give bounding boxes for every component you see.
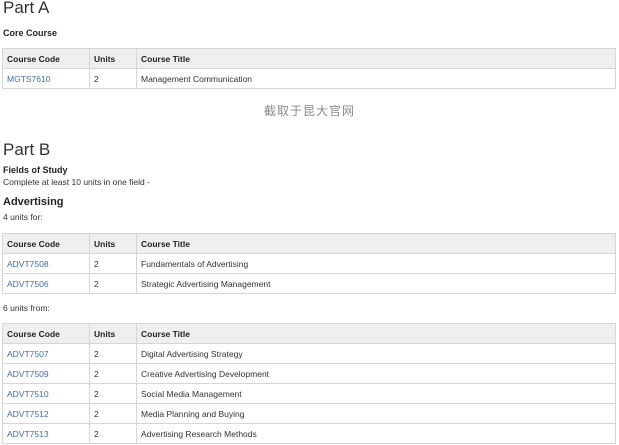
course-code-cell: ADVT7507 [2, 343, 90, 364]
units-cell: 2 [89, 343, 137, 364]
table-row: ADVT7506 2 Strategic Advertising Managem… [2, 273, 616, 294]
units-cell: 2 [89, 403, 137, 424]
table-row: ADVT7507 2 Digital Advertising Strategy [2, 343, 616, 364]
group2-note: 6 units from: [3, 303, 50, 313]
column-header-course-code: Course Code [2, 323, 90, 344]
course-title-cell: Strategic Advertising Management [136, 273, 616, 294]
table-row: ADVT7513 2 Advertising Research Methods [2, 423, 616, 444]
units-cell: 2 [89, 273, 137, 294]
course-link-advt7513[interactable]: ADVT7513 [7, 429, 49, 439]
units-cell: 2 [89, 383, 137, 404]
units-cell: 2 [89, 253, 137, 274]
column-header-course-title: Course Title [136, 233, 616, 254]
table-row: MGTS7610 2 Management Communication [2, 68, 616, 89]
course-code-cell: ADVT7513 [2, 423, 90, 444]
table-header-row: Course Code Units Course Title [2, 323, 616, 344]
course-link-advt7507[interactable]: ADVT7507 [7, 349, 49, 359]
course-requirements-page: Part A Core Course Course Code Units Cou… [0, 0, 619, 445]
course-link-advt7509[interactable]: ADVT7509 [7, 369, 49, 379]
watermark-text: 截取于昆大官网 [263, 104, 355, 118]
core-course-label: Core Course [3, 28, 58, 38]
column-header-course-title: Course Title [136, 48, 616, 69]
course-link-advt7510[interactable]: ADVT7510 [7, 389, 49, 399]
field-title-advertising: Advertising [3, 196, 64, 208]
group1-note: 4 units for: [3, 212, 43, 222]
table-header-row: Course Code Units Course Title [2, 48, 616, 69]
course-code-cell: ADVT7508 [2, 253, 90, 274]
table-row: ADVT7508 2 Fundamentals of Advertising [2, 253, 616, 274]
table-header-row: Course Code Units Course Title [2, 233, 616, 254]
column-header-course-code: Course Code [2, 48, 90, 69]
course-code-cell: ADVT7506 [2, 273, 90, 294]
course-code-cell: ADVT7510 [2, 383, 90, 404]
column-header-course-title: Course Title [136, 323, 616, 344]
course-title-cell: Digital Advertising Strategy [136, 343, 616, 364]
core-course-table: Course Code Units Course Title MGTS7610 … [2, 48, 616, 89]
course-link-advt7508[interactable]: ADVT7508 [7, 259, 49, 269]
column-header-units: Units [89, 48, 137, 69]
course-code-cell: MGTS7610 [2, 68, 90, 89]
column-header-units: Units [89, 323, 137, 344]
fields-of-study-label: Fields of Study [3, 165, 68, 175]
table-row: ADVT7512 2 Media Planning and Buying [2, 403, 616, 424]
course-link-mgts7610[interactable]: MGTS7610 [7, 74, 50, 84]
units-cell: 2 [89, 363, 137, 384]
units-cell: 2 [89, 423, 137, 444]
course-title-cell: Advertising Research Methods [136, 423, 616, 444]
column-header-units: Units [89, 233, 137, 254]
advertising-required-table: Course Code Units Course Title ADVT7508 … [2, 233, 616, 294]
course-title-cell: Management Communication [136, 68, 616, 89]
course-code-cell: ADVT7509 [2, 363, 90, 384]
course-title-cell: Fundamentals of Advertising [136, 253, 616, 274]
field-instruction: Complete at least 10 units in one field … [3, 177, 150, 187]
part-a-title: Part A [3, 0, 50, 17]
table-row: ADVT7509 2 Creative Advertising Developm… [2, 363, 616, 384]
course-code-cell: ADVT7512 [2, 403, 90, 424]
course-title-cell: Social Media Management [136, 383, 616, 404]
course-title-cell: Media Planning and Buying [136, 403, 616, 424]
column-header-course-code: Course Code [2, 233, 90, 254]
units-cell: 2 [89, 68, 137, 89]
course-link-advt7512[interactable]: ADVT7512 [7, 409, 49, 419]
course-title-cell: Creative Advertising Development [136, 363, 616, 384]
part-b-title: Part B [3, 140, 51, 159]
table-row: ADVT7510 2 Social Media Management [2, 383, 616, 404]
course-link-advt7506[interactable]: ADVT7506 [7, 279, 49, 289]
advertising-elective-table: Course Code Units Course Title ADVT7507 … [2, 323, 616, 444]
